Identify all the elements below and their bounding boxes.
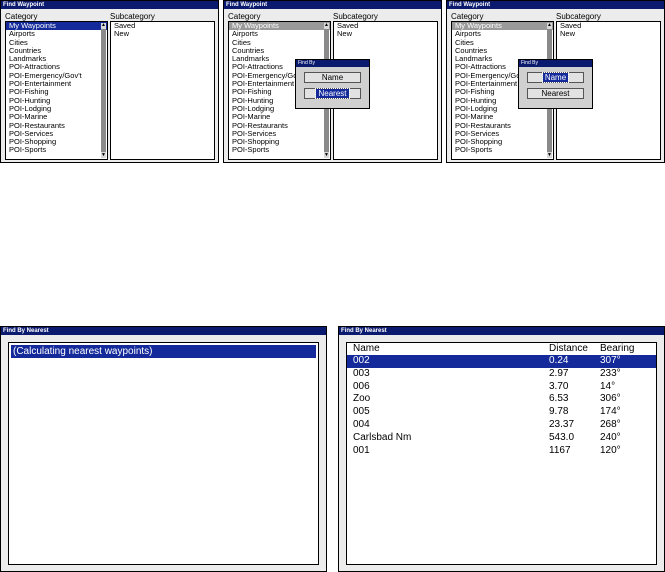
cell-bearing: 268° [600, 418, 621, 430]
cell-bearing: 307° [600, 355, 621, 366]
name-label: Name [541, 72, 570, 83]
find-by-name-button[interactable]: Name [527, 72, 584, 83]
cell-distance: 1167 [549, 444, 571, 456]
calculating-message: (Calculating nearest waypoints) [11, 345, 316, 358]
category-header: Category [228, 12, 261, 21]
window: Find By Nearest Name Distance Bearing 00… [339, 327, 664, 571]
cell-bearing: 14° [600, 380, 616, 392]
window-title: Find Waypoint [224, 1, 441, 9]
table-row[interactable]: Zoo 6.53 306° [347, 393, 656, 406]
subcategory-items: Saved New [334, 22, 437, 39]
find-by-name-button[interactable]: Name [304, 72, 361, 83]
list-item[interactable]: POI-Sports [6, 146, 107, 155]
cell-name: Zoo [353, 393, 371, 405]
category-header: Category [451, 12, 484, 21]
screen-find-waypoint-1: Find Waypoint Category Subcategory My Wa… [0, 0, 219, 163]
cell-name: 002 [353, 355, 370, 366]
cell-bearing: 174° [600, 406, 621, 418]
scroll-down-icon[interactable]: ▼ [547, 153, 552, 158]
cell-distance: 6.53 [549, 393, 569, 405]
table-row[interactable]: 006 3.70 14° [347, 381, 656, 394]
cell-name: 001 [353, 444, 370, 456]
table-row[interactable]: 005 9.78 174° [347, 406, 656, 419]
scroll-down-icon[interactable]: ▼ [324, 153, 329, 158]
find-by-nearest-button[interactable]: Nearest [527, 88, 584, 99]
category-scrollbar[interactable]: ▲ ▼ [101, 23, 106, 158]
list-item[interactable]: POI-Sports [229, 146, 330, 155]
list-item[interactable]: New [557, 29, 660, 38]
window: Find Waypoint Category Subcategory My Wa… [1, 1, 218, 162]
table-row[interactable]: 002 0.24 307° [347, 355, 656, 368]
nearest-label: Nearest [541, 89, 570, 98]
table-row[interactable]: 004 23.37 268° [347, 419, 656, 432]
find-by-title: Find By [296, 60, 369, 67]
nearest-label: Nearest [315, 88, 350, 99]
cell-name: 006 [353, 380, 370, 392]
cell-name: Carlsbad Nm [353, 431, 412, 443]
category-items: My Waypoints Airports Cities Countries Landm… [6, 22, 107, 155]
find-by-title: Find By [519, 60, 592, 67]
table-row[interactable]: 001 1167 120° [347, 445, 656, 458]
scroll-down-icon[interactable]: ▼ [101, 153, 106, 158]
subcategory-header: Subcategory [556, 12, 601, 21]
category-header: Category [5, 12, 38, 21]
table-header: Name Distance Bearing [347, 343, 656, 355]
list-item[interactable]: New [334, 29, 437, 38]
subcategory-header: Subcategory [110, 12, 155, 21]
cell-distance: 23.37 [549, 418, 575, 430]
cell-bearing: 120° [600, 444, 621, 456]
screen-find-waypoint-3: Find Waypoint Category Subcategory My Wa… [446, 0, 665, 163]
table-row[interactable]: Carlsbad Nm 543.0 240° [347, 432, 656, 445]
column-name-header: Name [353, 343, 380, 354]
window-content: Category Subcategory My Waypoints Airport… [447, 9, 664, 162]
scroll-up-icon[interactable]: ▲ [324, 23, 329, 28]
window-content: (Calculating nearest waypoints) [1, 335, 326, 571]
window-title: Find By Nearest [339, 327, 664, 335]
subcategory-items: Saved New [111, 22, 214, 39]
column-bearing-header: Bearing [600, 343, 635, 354]
name-label: Name [321, 73, 344, 82]
screen-find-by-nearest-results: Find By Nearest Name Distance Bearing 00… [338, 326, 665, 572]
subcategory-list[interactable]: Saved New [110, 21, 215, 160]
cell-name: 005 [353, 406, 370, 418]
list-item[interactable]: POI-Sports [452, 146, 553, 155]
scroll-up-icon[interactable]: ▲ [547, 23, 552, 28]
cell-distance: 0.24 [549, 355, 569, 366]
find-by-nearest-button[interactable]: Nearest [304, 88, 361, 99]
nearest-results-box: (Calculating nearest waypoints) [8, 342, 319, 565]
cell-name: 003 [353, 367, 370, 379]
cell-bearing: 306° [600, 393, 621, 405]
window: Find By Nearest (Calculating nearest way… [1, 327, 326, 571]
screen-find-waypoint-2: Find Waypoint Category Subcategory My Wa… [223, 0, 442, 163]
cell-distance: 3.70 [549, 380, 569, 392]
category-list[interactable]: My Waypoints Airports Cities Countries Landm… [5, 21, 108, 160]
window-title: Find By Nearest [1, 327, 326, 335]
find-by-popup: Find By Name Nearest [295, 59, 370, 109]
window-title: Find Waypoint [1, 1, 218, 9]
window-content: Category Subcategory My Waypoints Airport… [1, 9, 218, 162]
scroll-up-icon[interactable]: ▲ [101, 23, 106, 28]
table-row[interactable]: 003 2.97 233° [347, 368, 656, 381]
find-by-popup: Find By Name Nearest [518, 59, 593, 109]
subcategory-header: Subcategory [333, 12, 378, 21]
cell-distance: 9.78 [549, 406, 569, 418]
subcategory-items: Saved New [557, 22, 660, 39]
window-title: Find Waypoint [447, 1, 664, 9]
scroll-thumb[interactable] [101, 29, 106, 152]
window: Find Waypoint Category Subcategory My Wa… [447, 1, 664, 162]
list-item[interactable]: New [111, 29, 214, 38]
table-rows: 002 0.24 307° 003 2.97 233° 006 3.70 14° Zoo 6.53 3… [347, 355, 656, 457]
cell-bearing: 240° [600, 431, 621, 443]
screen-find-by-nearest-calculating: Find By Nearest (Calculating nearest way… [0, 326, 327, 572]
cell-name: 004 [353, 418, 370, 430]
column-distance-header: Distance [549, 343, 588, 354]
cell-bearing: 233° [600, 367, 621, 379]
window-content: Category Subcategory My Waypoints Airport… [224, 9, 441, 162]
window-content: Name Distance Bearing 002 0.24 307° 003 2.97… [339, 335, 664, 571]
window: Find Waypoint Category Subcategory My Wa… [224, 1, 441, 162]
nearest-results-table[interactable]: Name Distance Bearing 002 0.24 307° 003 2.97… [346, 342, 657, 565]
cell-distance: 2.97 [549, 367, 569, 379]
cell-distance: 543.0 [549, 431, 575, 443]
